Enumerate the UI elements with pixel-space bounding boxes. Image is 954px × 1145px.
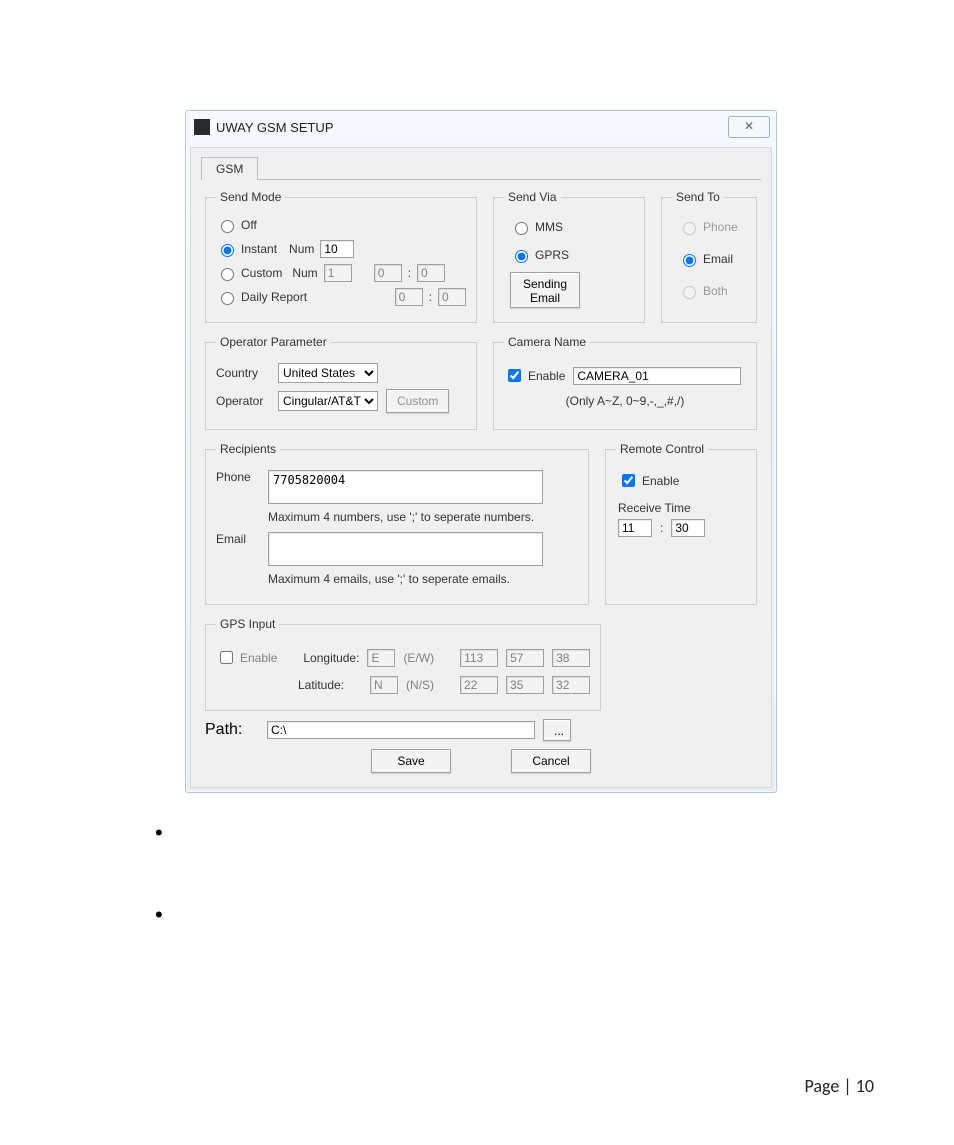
titlebar: UWAY GSM SETUP ✕: [186, 111, 776, 143]
cancel-button[interactable]: Cancel: [511, 749, 591, 773]
path-label: Path:: [205, 721, 259, 739]
send-via-legend: Send Via: [504, 190, 561, 204]
page-footer: Page | 10: [805, 1075, 875, 1097]
tab-gsm[interactable]: GSM: [201, 157, 258, 180]
lat-c-input[interactable]: [552, 676, 590, 694]
app-icon: [194, 119, 210, 135]
window-title: UWAY GSM SETUP: [216, 120, 728, 135]
lat-b-input[interactable]: [506, 676, 544, 694]
lon-dir-input[interactable]: [367, 649, 395, 667]
bullet-item: •: [155, 902, 163, 928]
send-mode-legend: Send Mode: [216, 190, 285, 204]
recipients-legend: Recipients: [216, 442, 280, 456]
close-button[interactable]: ✕: [728, 116, 770, 138]
num-label: Num: [289, 242, 314, 256]
daily-hour-input[interactable]: [395, 288, 423, 306]
bullet-list: • •: [155, 820, 163, 984]
custom-min-input[interactable]: [417, 264, 445, 282]
lat-dir-hint: (N/S): [406, 678, 434, 692]
send-to-legend: Send To: [672, 190, 724, 204]
send-via-group: Send Via MMS GPRS Sending Email: [493, 190, 645, 323]
gps-group: GPS Input Enable Longitude: (E/W) Latitu…: [205, 617, 601, 711]
receive-min-input[interactable]: [671, 519, 705, 537]
send-mode-off[interactable]: Off: [216, 217, 257, 233]
country-select[interactable]: United States: [278, 363, 378, 383]
country-label: Country: [216, 366, 270, 380]
camera-legend: Camera Name: [504, 335, 590, 349]
tab-strip: GSM: [201, 156, 761, 180]
lon-dir-hint: (E/W): [403, 651, 434, 665]
path-input[interactable]: [267, 721, 535, 739]
remote-enable-check[interactable]: Enable: [618, 471, 679, 490]
daily-min-input[interactable]: [438, 288, 466, 306]
send-via-gprs[interactable]: GPRS: [510, 247, 628, 263]
camera-enable-check[interactable]: Enable: [504, 366, 565, 385]
receive-time-label: Receive Time: [618, 501, 744, 515]
send-mode-daily[interactable]: Daily Report: [216, 289, 307, 305]
operator-label: Operator: [216, 394, 270, 408]
send-mode-custom[interactable]: Custom: [216, 265, 282, 281]
client-area: GSM Send Mode Off Instant Num Custom: [190, 147, 772, 788]
send-to-email[interactable]: Email: [678, 251, 740, 267]
send-to-group: Send To Phone Email Both: [661, 190, 757, 323]
instant-num-input[interactable]: [320, 240, 354, 258]
email-hint: Maximum 4 emails, use ';' to seperate em…: [268, 572, 578, 586]
browse-button[interactable]: ...: [543, 719, 571, 741]
setup-dialog: UWAY GSM SETUP ✕ GSM Send Mode Off Insta…: [185, 110, 777, 793]
latitude-label: Latitude:: [298, 678, 344, 692]
send-mode-instant[interactable]: Instant: [216, 241, 277, 257]
gps-legend: GPS Input: [216, 617, 279, 631]
sending-email-button[interactable]: Sending Email: [510, 272, 580, 308]
lon-c-input[interactable]: [552, 649, 590, 667]
email-label: Email: [216, 532, 260, 546]
operator-legend: Operator Parameter: [216, 335, 331, 349]
email-input[interactable]: [268, 532, 543, 566]
operator-group: Operator Parameter Country United States…: [205, 335, 477, 430]
camera-group: Camera Name Enable (Only A~Z, 0~9,-,_,#,…: [493, 335, 757, 430]
remote-legend: Remote Control: [616, 442, 708, 456]
lon-a-input[interactable]: [460, 649, 498, 667]
lat-a-input[interactable]: [460, 676, 498, 694]
bullet-item: •: [155, 820, 163, 846]
phone-hint: Maximum 4 numbers, use ';' to seperate n…: [268, 510, 578, 524]
remote-group: Remote Control Enable Receive Time :: [605, 442, 757, 605]
recipients-group: Recipients Phone 7705820004 Maximum 4 nu…: [205, 442, 589, 605]
camera-hint: (Only A~Z, 0~9,-,_,#,/): [504, 394, 746, 408]
send-to-both[interactable]: Both: [678, 283, 740, 299]
save-button[interactable]: Save: [371, 749, 451, 773]
lon-b-input[interactable]: [506, 649, 544, 667]
send-to-phone[interactable]: Phone: [678, 219, 740, 235]
custom-num-input[interactable]: [324, 264, 352, 282]
receive-hour-input[interactable]: [618, 519, 652, 537]
operator-custom-button[interactable]: Custom: [386, 389, 449, 413]
gps-enable-check[interactable]: Enable: [216, 648, 277, 667]
phone-input[interactable]: 7705820004: [268, 470, 543, 504]
longitude-label: Longitude:: [303, 651, 359, 665]
custom-hour-input[interactable]: [374, 264, 402, 282]
operator-select[interactable]: Cingular/AT&T: [278, 391, 378, 411]
send-via-mms[interactable]: MMS: [510, 219, 628, 235]
lat-dir-input[interactable]: [370, 676, 398, 694]
send-mode-group: Send Mode Off Instant Num Custom Num: [205, 190, 477, 323]
phone-label: Phone: [216, 470, 260, 484]
camera-name-input[interactable]: [573, 367, 741, 385]
